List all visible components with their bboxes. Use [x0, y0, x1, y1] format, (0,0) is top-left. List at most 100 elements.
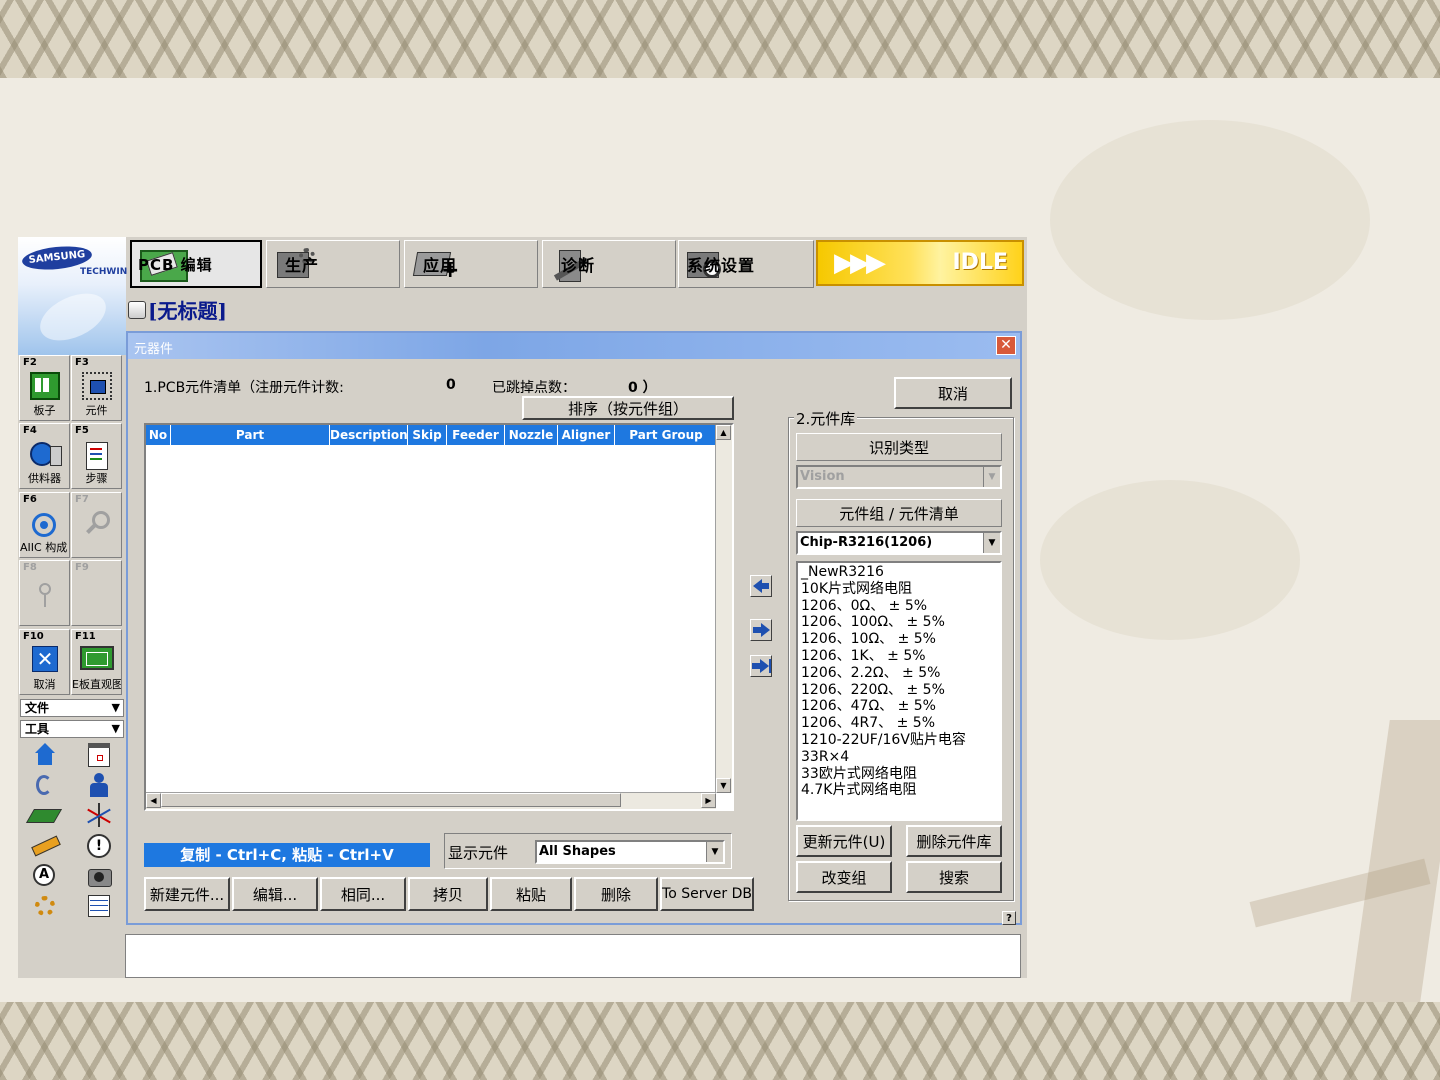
list-item[interactable]: 33欧片式网络电阻 — [798, 766, 1000, 783]
list-item[interactable]: 1206、0Ω、 ± 5% — [798, 598, 1000, 615]
list-item[interactable]: 1206、1K、 ± 5% — [798, 648, 1000, 665]
tab-system-settings[interactable]: 系统设置 — [678, 240, 814, 288]
move-right-icon[interactable] — [750, 619, 772, 641]
part-group-select[interactable]: Chip-R3216(1206) ▼ — [796, 531, 1002, 555]
fkey-f7[interactable]: F7 — [71, 492, 122, 558]
vertical-scrollbar[interactable]: ▲ ▼ — [715, 425, 732, 793]
help-button[interactable]: ? — [1002, 911, 1016, 925]
document-title-bar: [无标题] — [126, 291, 1026, 327]
fkey-caption: E板直观图 — [72, 678, 121, 691]
pcb-parts-table[interactable]: No Part Description Skip Feeder Nozzle A… — [144, 423, 734, 811]
search-button[interactable]: 搜索 — [906, 861, 1002, 893]
layout-grid-icon[interactable] — [86, 743, 112, 769]
camera-icon[interactable] — [86, 863, 112, 889]
fkey-f10-cancel[interactable]: F10 ✕ 取消 — [19, 629, 70, 695]
pcb-board-icon[interactable] — [25, 803, 63, 829]
column-header[interactable]: Part Group — [615, 425, 718, 445]
tab-production[interactable]: 生产 — [266, 240, 400, 288]
copy-paste-hint: 复制 - Ctrl+C, 粘贴 - Ctrl+V — [144, 843, 430, 867]
recognition-type-button[interactable]: 识别类型 — [796, 433, 1002, 461]
scroll-right-icon[interactable]: ▶ — [701, 793, 716, 808]
list-item[interactable]: 1206、4R7、 ± 5% — [798, 715, 1000, 732]
fkey-f9[interactable]: F9 — [71, 560, 122, 626]
list-item[interactable]: _NewR3216 — [798, 564, 1000, 581]
menu-file[interactable]: 文件 ▼ — [20, 699, 124, 717]
fkey-label: F9 — [75, 562, 89, 573]
pin-icon — [30, 577, 60, 607]
component-dialog: 元器件 ✕ 1.PCB元件清单（注册元件计数: 0 已跳掉点数： 0 ） 排序（… — [126, 331, 1022, 925]
group-list-button[interactable]: 元件组 / 元件清单 — [796, 499, 1002, 527]
menu-label: 文件 — [25, 701, 50, 715]
list-item[interactable]: 1206、100Ω、 ± 5% — [798, 614, 1000, 631]
scroll-thumb[interactable] — [161, 793, 621, 807]
data-table-icon[interactable] — [86, 893, 112, 919]
home-icon[interactable] — [32, 743, 58, 769]
scroll-up-icon[interactable]: ▲ — [716, 425, 731, 440]
tab-application[interactable]: + 应用 — [404, 240, 538, 288]
fkey-label: F7 — [75, 494, 89, 505]
list-item[interactable]: 1206、47Ω、 ± 5% — [798, 698, 1000, 715]
list-item[interactable]: 10K片式网络电阻 — [798, 581, 1000, 598]
column-header[interactable]: Nozzle — [505, 425, 558, 445]
part-group-value: Chip-R3216(1206) — [800, 535, 933, 550]
tape-measure-icon[interactable] — [30, 833, 61, 859]
fkey-f2-board[interactable]: F2 板子 — [19, 355, 70, 421]
cancel-button[interactable]: 取消 — [894, 377, 1012, 409]
auto-mode-icon[interactable]: A — [32, 863, 58, 889]
recognition-type-select[interactable]: Vision ▼ — [796, 465, 1002, 489]
update-part-button[interactable]: 更新元件(U) — [796, 825, 892, 857]
scroll-down-icon[interactable]: ▼ — [716, 778, 731, 793]
rotate-arrow-icon[interactable] — [32, 773, 58, 799]
scroll-left-icon[interactable]: ◀ — [146, 793, 161, 808]
change-group-button[interactable]: 改变组 — [796, 861, 892, 893]
list-item[interactable]: 4.7K片式网络电阻 — [798, 782, 1000, 799]
column-header[interactable]: No — [146, 425, 171, 445]
move-left-icon[interactable] — [750, 575, 772, 597]
column-header[interactable]: Part — [171, 425, 330, 445]
column-header[interactable]: Description — [330, 425, 408, 445]
operator-icon[interactable] — [86, 773, 112, 799]
to-server-db-button[interactable]: To Server DB — [660, 877, 754, 911]
fkey-f4-feeder[interactable]: F4 供料器 — [19, 423, 70, 489]
fkey-f3-component[interactable]: F3 元件 — [71, 355, 122, 421]
fkey-f8[interactable]: F8 — [19, 560, 70, 626]
cancel-icon: ✕ — [32, 646, 58, 672]
same-part-button[interactable]: 相同... — [320, 877, 406, 911]
status-label: IDLE — [952, 250, 1009, 275]
fkey-f11-board-view[interactable]: F11 E板直观图 — [71, 629, 122, 695]
close-icon[interactable]: ✕ — [996, 336, 1016, 355]
list-item[interactable]: 33R×4 — [798, 749, 1000, 766]
list-item[interactable]: 1210-22UF/16V贴片电容 — [798, 732, 1000, 749]
background-cloud-art — [1050, 120, 1370, 320]
warning-icon[interactable]: ! — [86, 833, 112, 859]
fkey-f5-steps[interactable]: F5 步骤 — [71, 423, 122, 489]
gear-icon[interactable] — [32, 893, 58, 919]
paste-button[interactable]: 粘贴 — [490, 877, 572, 911]
delete-button[interactable]: 删除 — [574, 877, 658, 911]
move-all-right-icon[interactable] — [750, 655, 772, 677]
column-header[interactable]: Skip — [408, 425, 447, 445]
column-header[interactable]: Aligner — [558, 425, 615, 445]
edit-part-button[interactable]: 编辑... — [232, 877, 318, 911]
list-item[interactable]: 1206、2.2Ω、 ± 5% — [798, 665, 1000, 682]
library-parts-list[interactable]: _NewR3216 10K片式网络电阻 1206、0Ω、 ± 5% 1206、1… — [796, 561, 1002, 821]
document-checkbox[interactable] — [128, 301, 146, 319]
show-parts-group: 显示元件 All Shapes ▼ — [444, 833, 732, 869]
shape-filter-select[interactable]: All Shapes ▼ — [535, 840, 725, 864]
delete-library-button[interactable]: 删除元件库 — [906, 825, 1002, 857]
tab-pcb-edit[interactable]: PCB 编辑 — [130, 240, 262, 288]
tab-diagnosis[interactable]: 诊断 — [542, 240, 676, 288]
list-item[interactable]: 1206、10Ω、 ± 5% — [798, 631, 1000, 648]
column-header[interactable]: Feeder — [447, 425, 505, 445]
sort-by-group-button[interactable]: 排序（按元件组） — [522, 396, 734, 420]
menu-tools[interactable]: 工具 ▼ — [20, 720, 124, 738]
new-part-button[interactable]: 新建元件... — [144, 877, 230, 911]
axis-xyz-icon[interactable] — [86, 803, 112, 829]
copy-button[interactable]: 拷贝 — [408, 877, 488, 911]
tab-label: 应用 — [423, 256, 458, 275]
fkey-f6-aiic[interactable]: F6 AIIC 构成 — [19, 492, 70, 558]
show-parts-label: 显示元件 — [448, 844, 509, 862]
horizontal-scrollbar[interactable]: ◀ ▶ — [146, 792, 716, 809]
list-item[interactable]: 1206、220Ω、 ± 5% — [798, 682, 1000, 699]
app-window: SAMSUNG TECHWIN PCB 编辑 生产 + 应用 诊断 系统设置 ▶… — [18, 237, 1027, 978]
